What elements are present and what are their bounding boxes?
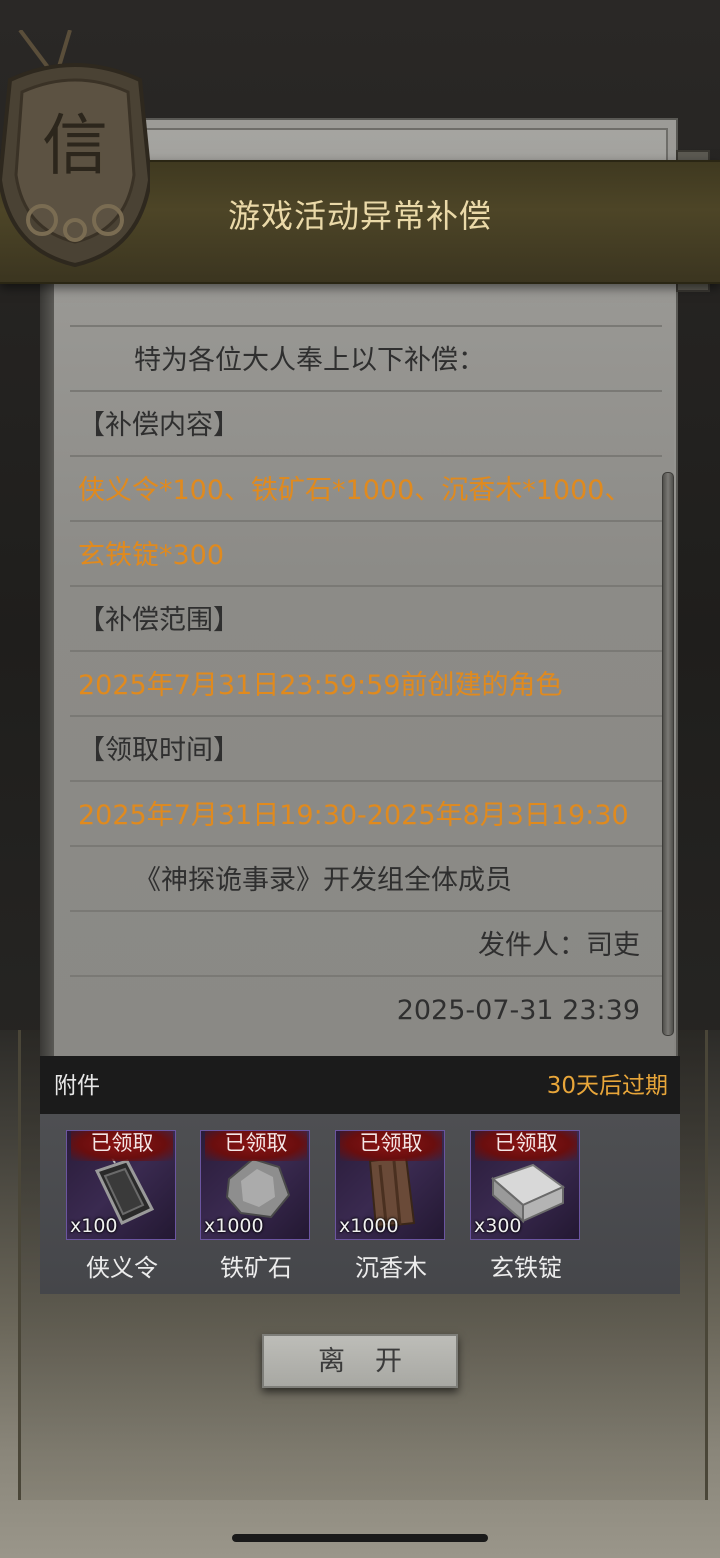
attachments-label: 附件 <box>54 1073 100 1099</box>
attachment-frame: 已领取 x1000 <box>200 1130 310 1240</box>
leave-button[interactable]: 离开 <box>262 1334 458 1388</box>
badge-glyph: 信 <box>42 107 108 184</box>
claimed-stamp: 已领取 <box>475 1131 577 1161</box>
letter-badge-icon: 信 <box>0 28 153 270</box>
mail-line-section-content: 【补偿内容】 <box>70 390 662 455</box>
attachment-qty: x1000 <box>339 1215 399 1237</box>
mail-line-time: 2025年7月31日19:30-2025年8月3日19:30 <box>70 780 662 845</box>
mail-line-section-time: 【领取时间】 <box>70 715 662 780</box>
claimed-stamp: 已领取 <box>340 1131 442 1161</box>
attachments-expire: 30天后过期 <box>546 1073 668 1099</box>
home-indicator[interactable] <box>232 1534 488 1542</box>
attachment-item[interactable]: 已领取 x300 玄铁锭 <box>470 1130 582 1283</box>
attachment-name: 玄铁锭 <box>490 1254 562 1282</box>
attachment-frame: 已领取 x100 <box>66 1130 176 1240</box>
mail-line-reward-list: 侠义令*100、铁矿石*1000、沉香木*1000、 <box>70 455 662 520</box>
attachments-header: 附件 30天后过期 <box>40 1056 680 1114</box>
attachment-item[interactable]: 已领取 x1000 铁矿石 <box>200 1130 312 1283</box>
attachment-qty: x1000 <box>204 1215 264 1237</box>
attachment-qty: x100 <box>70 1215 118 1237</box>
attachment-name: 铁矿石 <box>220 1254 292 1282</box>
mail-line-signature: 《神探诡事录》开发组全体成员 <box>70 845 662 910</box>
claimed-stamp: 已领取 <box>71 1131 173 1161</box>
attachment-frame: 已领取 x1000 <box>335 1130 445 1240</box>
attachment-name: 沉香木 <box>355 1254 427 1282</box>
attachment-name: 侠义令 <box>86 1254 158 1282</box>
attachment-frame: 已领取 x300 <box>470 1130 580 1240</box>
attachment-qty: x300 <box>474 1215 522 1237</box>
mail-line-section-scope: 【补偿范围】 <box>70 585 662 650</box>
claimed-stamp: 已领取 <box>205 1131 307 1161</box>
mail-date: 2025-07-31 23:39 <box>70 975 662 1040</box>
mail-paper-edge <box>40 270 54 1060</box>
mail-scrollbar[interactable] <box>662 472 674 1036</box>
attachment-item[interactable]: 已领取 x100 侠义令 <box>66 1130 178 1283</box>
mail-line-reward-list-cont: 玄铁锭*300 <box>70 520 662 585</box>
attachment-item[interactable]: 已领取 x1000 沉香木 <box>335 1130 447 1283</box>
mail-line-greeting: 特为各位大人奉上以下补偿： <box>70 325 662 390</box>
mail-sender: 发件人：司吏 <box>70 910 662 975</box>
mail-line-scope: 2025年7月31日23:59:59前创建的角色 <box>70 650 662 715</box>
